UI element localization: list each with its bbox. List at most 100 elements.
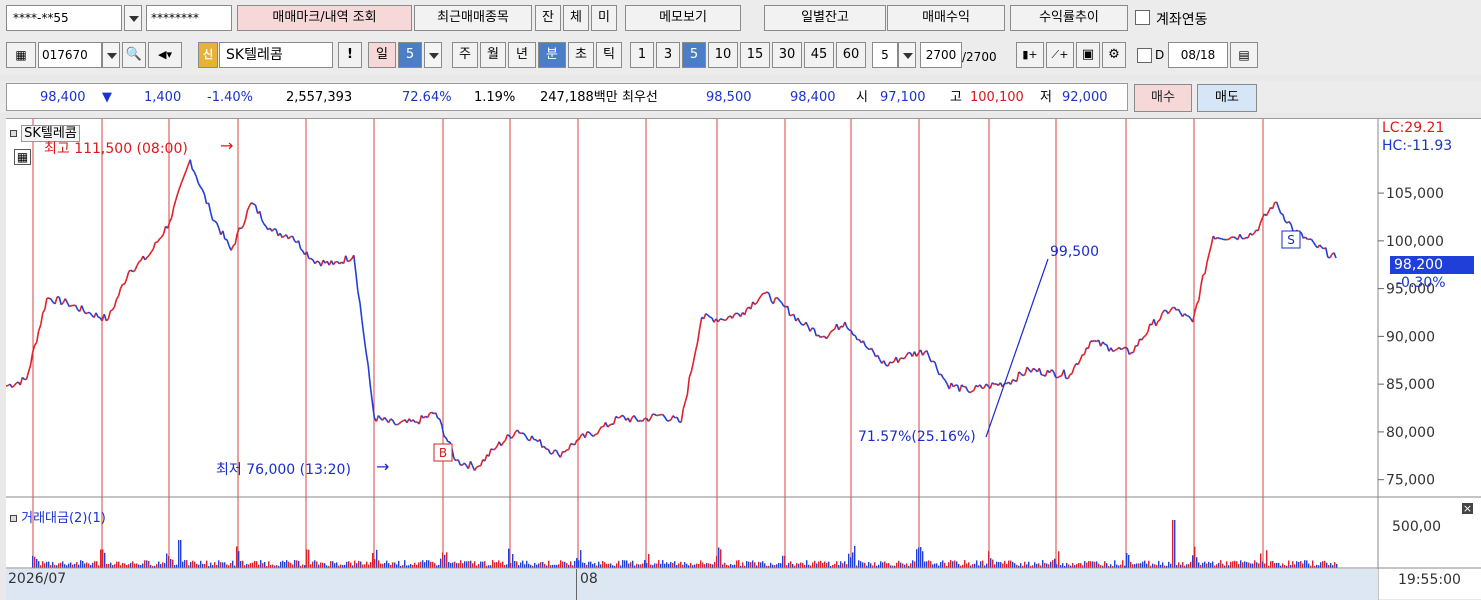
- gear-icon[interactable]: ⚙: [1102, 42, 1126, 68]
- interval-5[interactable]: 5: [682, 42, 706, 68]
- memo-button[interactable]: 메모보기: [625, 5, 741, 31]
- volume-bar: [1302, 563, 1303, 568]
- volume-bar: [58, 563, 59, 568]
- volume-bar: [792, 564, 793, 568]
- volume-close-icon[interactable]: ×: [1462, 503, 1473, 514]
- volume-bar: [1072, 563, 1073, 568]
- count-field[interactable]: 2700: [920, 42, 962, 68]
- volume-bar: [658, 560, 659, 568]
- volume-bar: [194, 562, 195, 568]
- volume-bar: [380, 564, 381, 568]
- save-icon[interactable]: ▣: [1076, 42, 1100, 68]
- y-tick-label: 85,000: [1386, 377, 1435, 393]
- account-field[interactable]: ****-**55: [6, 5, 122, 31]
- calendar-icon[interactable]: ▤: [1230, 42, 1258, 68]
- recent-trades-button[interactable]: 최근매매종목: [414, 5, 532, 31]
- interval-45[interactable]: 45: [804, 42, 834, 68]
- volume-bar: [916, 549, 917, 568]
- password-field[interactable]: ********: [146, 5, 232, 31]
- volume-bar: [1144, 561, 1145, 568]
- volume-bar: [720, 549, 721, 568]
- interval-60[interactable]: 60: [836, 42, 866, 68]
- best-quote-label: 최우선: [622, 86, 658, 110]
- volume-bar: [528, 564, 529, 568]
- trade-mark-button[interactable]: 매매마크/내역 조회: [237, 5, 412, 31]
- trade-profit-button[interactable]: 매매수익: [887, 5, 1005, 31]
- interval-30[interactable]: 30: [772, 42, 802, 68]
- stock-code-dropdown[interactable]: [102, 42, 120, 68]
- interval-custom-field[interactable]: 5: [872, 42, 898, 68]
- alert-button[interactable]: !: [338, 42, 362, 68]
- search-icon[interactable]: 🔍: [122, 42, 146, 68]
- volume-collapse-icon[interactable]: [10, 515, 17, 522]
- stock-code-field[interactable]: 017670: [38, 42, 102, 68]
- period-month-button[interactable]: 월: [480, 42, 506, 68]
- price-segment: [931, 361, 933, 362]
- sell-button[interactable]: 매도: [1197, 84, 1257, 112]
- date-checkbox[interactable]: [1137, 48, 1152, 63]
- line-tool-icon[interactable]: ⟋+: [1046, 42, 1074, 68]
- interval-3[interactable]: 3: [656, 42, 680, 68]
- chart-area[interactable]: 105,000100,00095,00090,00085,00080,00075…: [6, 118, 1481, 599]
- period-day-button[interactable]: 일: [368, 42, 396, 68]
- tab-che[interactable]: 체: [563, 5, 589, 31]
- volume-bar: [170, 559, 171, 568]
- period-year-button[interactable]: 년: [508, 42, 536, 68]
- volume-bar: [378, 560, 379, 568]
- price-chart[interactable]: 105,000100,00095,00090,00085,00080,00075…: [6, 119, 1481, 600]
- interval-1[interactable]: 1: [630, 42, 654, 68]
- period-day-value[interactable]: 5: [398, 42, 422, 68]
- collapse-icon[interactable]: [10, 130, 17, 137]
- volume-bar: [414, 563, 415, 568]
- volume-bar: [616, 563, 617, 568]
- interval-15[interactable]: 15: [740, 42, 770, 68]
- return-trend-button[interactable]: 수익률추이: [1010, 5, 1128, 31]
- date-field[interactable]: 08/18: [1168, 42, 1228, 68]
- price-segment: [610, 424, 612, 425]
- period-dropdown[interactable]: [424, 42, 442, 68]
- interval-custom-dropdown[interactable]: [898, 42, 916, 68]
- volume-bar: [1248, 563, 1249, 568]
- volume-bar: [1206, 564, 1207, 569]
- screen-menu-icon[interactable]: ▦: [6, 42, 36, 68]
- period-tick-button[interactable]: 틱: [596, 42, 622, 68]
- candle-type-icon[interactable]: ▮+: [1016, 42, 1044, 68]
- period-minute-button[interactable]: 분: [538, 42, 566, 68]
- tab-mi[interactable]: 미: [591, 5, 617, 31]
- period-second-button[interactable]: 초: [568, 42, 594, 68]
- volume-bar: [806, 560, 807, 568]
- price-segment: [812, 328, 814, 329]
- volume-bar: [1218, 563, 1219, 568]
- volume-bar: [1012, 562, 1013, 568]
- volume-bar: [434, 563, 435, 568]
- volume-bar: [422, 560, 423, 568]
- volume-bar: [690, 563, 691, 568]
- y-tick-label: 80,000: [1386, 425, 1435, 441]
- volume-bar: [918, 547, 919, 568]
- volume-bar: [446, 552, 447, 568]
- volume-bar: [944, 563, 945, 568]
- volume-bar: [1006, 564, 1007, 568]
- volume-bar: [1014, 563, 1015, 568]
- volume-bar: [74, 564, 75, 568]
- stock-name-field[interactable]: SK텔레콤: [219, 42, 333, 68]
- account-link-checkbox[interactable]: [1135, 10, 1150, 25]
- volume-bar: [386, 561, 387, 568]
- price-segment: [655, 414, 657, 415]
- volume-bar: [1258, 563, 1259, 568]
- best-ask: 98,500: [706, 86, 752, 110]
- period-week-button[interactable]: 주: [452, 42, 478, 68]
- volume-bar: [1196, 557, 1197, 568]
- account-dropdown[interactable]: [124, 5, 142, 31]
- volume-bar: [1148, 561, 1149, 568]
- daily-balance-button[interactable]: 일별잔고: [764, 5, 886, 31]
- buy-button[interactable]: 매수: [1134, 84, 1192, 112]
- volume-bar: [1178, 562, 1179, 568]
- volume-bar: [148, 561, 149, 568]
- sound-icon[interactable]: ◀▾: [148, 42, 182, 68]
- tab-jan[interactable]: 잔: [535, 5, 561, 31]
- table-icon[interactable]: ▦: [14, 149, 31, 165]
- volume-bar: [32, 556, 33, 568]
- volume-bar: [662, 560, 663, 568]
- interval-10[interactable]: 10: [708, 42, 738, 68]
